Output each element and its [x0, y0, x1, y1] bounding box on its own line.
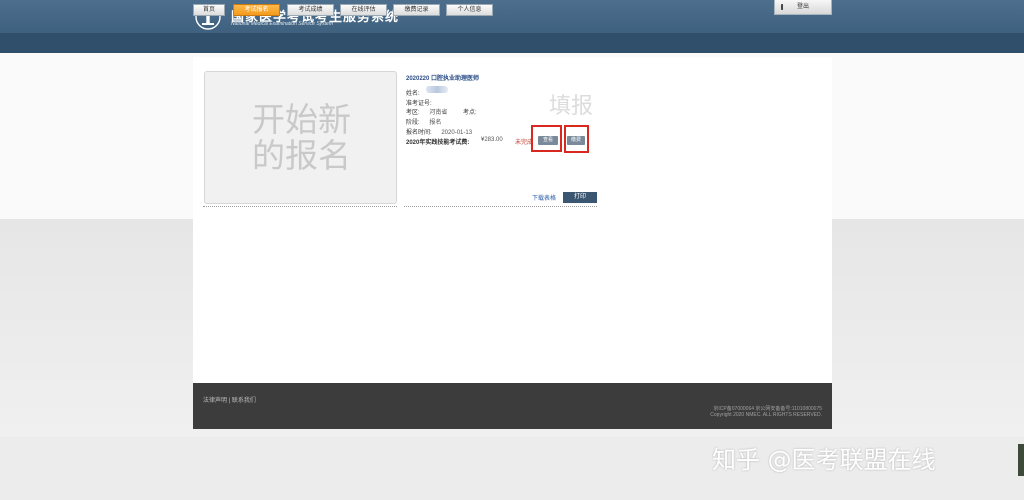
logout-icon — [781, 4, 785, 10]
reg-time-label: 报名时间: — [406, 130, 432, 136]
exam-site-label: 考点: — [463, 110, 477, 116]
fee-amount: ¥283.00 — [481, 137, 503, 143]
site-subtitle: National Medical Examination Service Sys… — [231, 21, 333, 27]
pay-button[interactable]: 缴费 — [567, 136, 585, 145]
main-nav — [0, 33, 1024, 53]
exam-area-row: 考区: 河南省 考点: — [406, 107, 477, 116]
nav-tab-home[interactable]: 首页 — [193, 4, 225, 16]
exam-title: 2020220 口腔执业助理医师 — [406, 76, 480, 82]
new-registration-text: 开始新 的报名 — [205, 102, 398, 174]
footer-copyright: Copyright 2020 NMEC. ALL RIGHTS RESERVED… — [710, 412, 822, 418]
stage-label: 阶段: — [406, 120, 420, 126]
fill-watermark: 填报 — [549, 94, 594, 119]
nav-tab-payment-records[interactable]: 缴费记录 — [393, 4, 440, 16]
footer-icp: 京ICP备07000064 京公网安备备号:11010800075 — [713, 406, 822, 412]
new-registration-line1: 开始新 — [252, 100, 351, 139]
exam-area-label: 考区: — [406, 110, 420, 116]
stage-row: 阶段: 报名 — [406, 117, 441, 126]
download-form-link[interactable]: 下载表格 — [532, 193, 556, 202]
zhihu-watermark: 知乎 @医考联盟在线 — [712, 446, 936, 474]
nav-tab-personal-info[interactable]: 个人信息 — [446, 4, 493, 16]
tile-divider — [203, 206, 397, 207]
print-button[interactable]: 打印 — [563, 192, 597, 203]
stage-value: 报名 — [429, 120, 442, 126]
reg-time-row: 报名时间: 2020-01-13 — [406, 127, 472, 136]
nav-tab-exam-scores[interactable]: 考试成绩 — [287, 4, 334, 16]
nav-tab-online-assessment[interactable]: 在线评估 — [340, 4, 387, 16]
new-registration-line2: 的报名 — [252, 136, 351, 175]
edge-strip — [1018, 444, 1024, 476]
exam-area-value: 河南省 — [429, 110, 448, 116]
fee-label: 2020年实践技能考试费: — [406, 140, 470, 146]
logout-label: 登出 — [796, 4, 809, 10]
nav-tab-exam-registration[interactable]: 考试报名 — [233, 4, 280, 16]
admission-row: 准考证号: — [406, 98, 432, 107]
fee-row: 2020年实践技能考试费: — [406, 137, 469, 146]
site-header: 国家医学考试考生服务系统 National Medical Examinatio… — [0, 0, 1024, 33]
view-button[interactable]: 查看 — [538, 136, 558, 145]
name-label: 姓名: — [406, 91, 420, 97]
footer-links[interactable]: 法律声明 | 联系我们 — [203, 395, 256, 404]
new-registration-tile[interactable]: 开始新 的报名 — [204, 71, 397, 204]
name-row: 姓名: — [406, 88, 420, 97]
reg-time-value: 2020-01-13 — [441, 130, 473, 136]
info-divider — [404, 206, 597, 207]
logout-button[interactable]: 登出 — [774, 0, 832, 15]
redacted-name — [426, 86, 448, 93]
